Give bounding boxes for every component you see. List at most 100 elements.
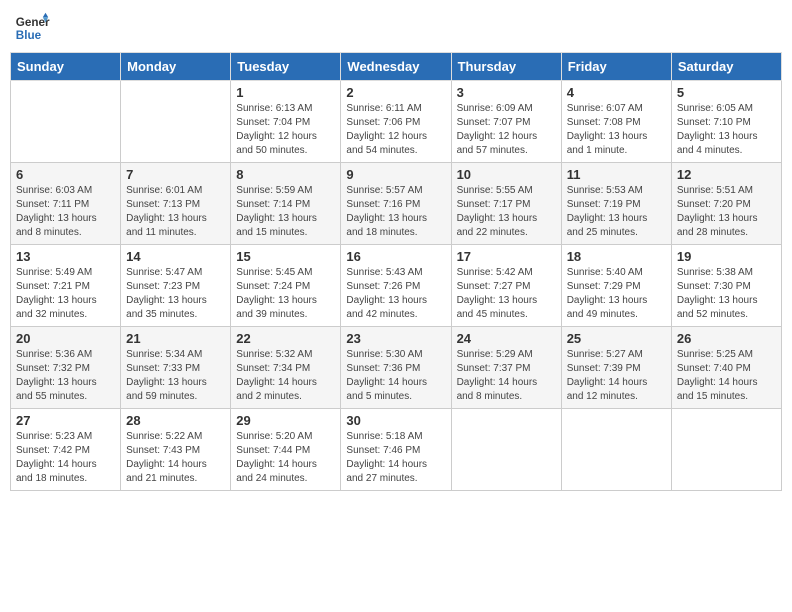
calendar-cell: 29 Sunrise: 5:20 AM Sunset: 7:44 PM Dayli… — [231, 409, 341, 491]
day-number: 1 — [236, 85, 335, 100]
day-number: 7 — [126, 167, 225, 182]
weekday-header-monday: Monday — [121, 53, 231, 81]
day-info: Sunrise: 5:36 AM Sunset: 7:32 PM Dayligh… — [16, 348, 115, 404]
day-number: 11 — [567, 167, 666, 182]
day-number: 9 — [346, 167, 445, 182]
calendar-cell: 10 Sunrise: 5:55 AM Sunset: 7:17 PM Dayli… — [451, 163, 561, 245]
day-number: 22 — [236, 331, 335, 346]
day-info: Sunrise: 6:11 AM Sunset: 7:06 PM Dayligh… — [346, 102, 445, 158]
calendar-cell: 30 Sunrise: 5:18 AM Sunset: 7:46 PM Dayli… — [341, 409, 451, 491]
calendar-cell: 28 Sunrise: 5:22 AM Sunset: 7:43 PM Dayli… — [121, 409, 231, 491]
day-info: Sunrise: 5:27 AM Sunset: 7:39 PM Dayligh… — [567, 348, 666, 404]
day-info: Sunrise: 5:32 AM Sunset: 7:34 PM Dayligh… — [236, 348, 335, 404]
calendar-cell: 6 Sunrise: 6:03 AM Sunset: 7:11 PM Daylig… — [11, 163, 121, 245]
day-info: Sunrise: 5:47 AM Sunset: 7:23 PM Dayligh… — [126, 266, 225, 322]
day-number: 2 — [346, 85, 445, 100]
header: General Blue — [10, 10, 782, 46]
calendar-cell: 7 Sunrise: 6:01 AM Sunset: 7:13 PM Daylig… — [121, 163, 231, 245]
calendar-cell: 2 Sunrise: 6:11 AM Sunset: 7:06 PM Daylig… — [341, 81, 451, 163]
calendar-cell: 3Sunrise: 6:09 AM Sunset: 7:07 PM Daylig… — [451, 81, 561, 163]
day-number: 13 — [16, 249, 115, 264]
day-info: Sunrise: 6:03 AM Sunset: 7:11 PM Dayligh… — [16, 184, 115, 240]
day-info: Sunrise: 5:59 AM Sunset: 7:14 PM Dayligh… — [236, 184, 335, 240]
day-number: 27 — [16, 413, 115, 428]
day-info: Sunrise: 5:57 AM Sunset: 7:16 PM Dayligh… — [346, 184, 445, 240]
day-number: 28 — [126, 413, 225, 428]
weekday-header-wednesday: Wednesday — [341, 53, 451, 81]
calendar-cell: 19 Sunrise: 5:38 AM Sunset: 7:30 PM Dayli… — [671, 245, 781, 327]
calendar-cell: 1 Sunrise: 6:13 AM Sunset: 7:04 PM Daylig… — [231, 81, 341, 163]
day-info: Sunrise: 5:42 AM Sunset: 7:27 PM Dayligh… — [457, 266, 556, 322]
day-number: 16 — [346, 249, 445, 264]
day-number: 14 — [126, 249, 225, 264]
calendar-cell — [671, 409, 781, 491]
weekday-header-friday: Friday — [561, 53, 671, 81]
day-number: 18 — [567, 249, 666, 264]
calendar-cell: 25 Sunrise: 5:27 AM Sunset: 7:39 PM Dayli… — [561, 327, 671, 409]
day-number: 17 — [457, 249, 556, 264]
calendar-cell: 11 Sunrise: 5:53 AM Sunset: 7:19 PM Dayli… — [561, 163, 671, 245]
weekday-header-saturday: Saturday — [671, 53, 781, 81]
day-number: 26 — [677, 331, 776, 346]
day-number: 23 — [346, 331, 445, 346]
day-number: 20 — [16, 331, 115, 346]
day-number: 12 — [677, 167, 776, 182]
day-info: Sunrise: 6:07 AM Sunset: 7:08 PM Dayligh… — [567, 102, 666, 158]
day-info: Sunrise: 5:25 AM Sunset: 7:40 PM Dayligh… — [677, 348, 776, 404]
calendar-cell: 17 Sunrise: 5:42 AM Sunset: 7:27 PM Dayli… — [451, 245, 561, 327]
day-info: Sunrise: 5:29 AM Sunset: 7:37 PM Dayligh… — [457, 348, 556, 404]
day-info: Sunrise: 6:09 AM Sunset: 7:07 PM Dayligh… — [457, 102, 556, 158]
day-info: Sunrise: 5:53 AM Sunset: 7:19 PM Dayligh… — [567, 184, 666, 240]
calendar-cell: 12 Sunrise: 5:51 AM Sunset: 7:20 PM Dayli… — [671, 163, 781, 245]
calendar-cell: 15Sunrise: 5:45 AM Sunset: 7:24 PM Dayli… — [231, 245, 341, 327]
day-info: Sunrise: 5:18 AM Sunset: 7:46 PM Dayligh… — [346, 430, 445, 486]
calendar-cell: 21Sunrise: 5:34 AM Sunset: 7:33 PM Dayli… — [121, 327, 231, 409]
calendar-cell: 27 Sunrise: 5:23 AM Sunset: 7:42 PM Dayli… — [11, 409, 121, 491]
day-info: Sunrise: 5:49 AM Sunset: 7:21 PM Dayligh… — [16, 266, 115, 322]
day-info: Sunrise: 5:45 AM Sunset: 7:24 PM Dayligh… — [236, 266, 335, 322]
day-number: 30 — [346, 413, 445, 428]
calendar-cell — [121, 81, 231, 163]
day-info: Sunrise: 5:30 AM Sunset: 7:36 PM Dayligh… — [346, 348, 445, 404]
weekday-header-thursday: Thursday — [451, 53, 561, 81]
day-number: 19 — [677, 249, 776, 264]
day-info: Sunrise: 6:01 AM Sunset: 7:13 PM Dayligh… — [126, 184, 225, 240]
day-number: 8 — [236, 167, 335, 182]
day-number: 10 — [457, 167, 556, 182]
calendar-cell — [11, 81, 121, 163]
svg-text:Blue: Blue — [16, 29, 42, 42]
calendar-cell: 23 Sunrise: 5:30 AM Sunset: 7:36 PM Dayli… — [341, 327, 451, 409]
day-number: 5 — [677, 85, 776, 100]
weekday-header-tuesday: Tuesday — [231, 53, 341, 81]
day-number: 24 — [457, 331, 556, 346]
logo: General Blue — [14, 10, 50, 46]
calendar-table: SundayMondayTuesdayWednesdayThursdayFrid… — [10, 52, 782, 491]
calendar-cell: 14 Sunrise: 5:47 AM Sunset: 7:23 PM Dayli… — [121, 245, 231, 327]
day-number: 21 — [126, 331, 225, 346]
calendar-cell: 9 Sunrise: 5:57 AM Sunset: 7:16 PM Daylig… — [341, 163, 451, 245]
day-info: Sunrise: 6:13 AM Sunset: 7:04 PM Dayligh… — [236, 102, 335, 158]
day-info: Sunrise: 5:38 AM Sunset: 7:30 PM Dayligh… — [677, 266, 776, 322]
day-info: Sunrise: 5:22 AM Sunset: 7:43 PM Dayligh… — [126, 430, 225, 486]
day-number: 6 — [16, 167, 115, 182]
calendar-cell: 8 Sunrise: 5:59 AM Sunset: 7:14 PM Daylig… — [231, 163, 341, 245]
calendar-cell: 22 Sunrise: 5:32 AM Sunset: 7:34 PM Dayli… — [231, 327, 341, 409]
day-info: Sunrise: 5:20 AM Sunset: 7:44 PM Dayligh… — [236, 430, 335, 486]
day-info: Sunrise: 6:05 AM Sunset: 7:10 PM Dayligh… — [677, 102, 776, 158]
calendar-cell: 26 Sunrise: 5:25 AM Sunset: 7:40 PM Dayli… — [671, 327, 781, 409]
calendar-cell: 13 Sunrise: 5:49 AM Sunset: 7:21 PM Dayli… — [11, 245, 121, 327]
day-number: 29 — [236, 413, 335, 428]
day-info: Sunrise: 5:40 AM Sunset: 7:29 PM Dayligh… — [567, 266, 666, 322]
calendar-cell: 4 Sunrise: 6:07 AM Sunset: 7:08 PM Daylig… — [561, 81, 671, 163]
calendar-cell: 5 Sunrise: 6:05 AM Sunset: 7:10 PM Daylig… — [671, 81, 781, 163]
day-info: Sunrise: 5:23 AM Sunset: 7:42 PM Dayligh… — [16, 430, 115, 486]
calendar-cell: 20 Sunrise: 5:36 AM Sunset: 7:32 PM Dayli… — [11, 327, 121, 409]
calendar-cell — [451, 409, 561, 491]
weekday-header-sunday: Sunday — [11, 53, 121, 81]
day-info: Sunrise: 5:51 AM Sunset: 7:20 PM Dayligh… — [677, 184, 776, 240]
calendar-cell: 24 Sunrise: 5:29 AM Sunset: 7:37 PM Dayli… — [451, 327, 561, 409]
day-number: 4 — [567, 85, 666, 100]
day-number: 25 — [567, 331, 666, 346]
day-info: Sunrise: 5:55 AM Sunset: 7:17 PM Dayligh… — [457, 184, 556, 240]
calendar-cell: 18 Sunrise: 5:40 AM Sunset: 7:29 PM Dayli… — [561, 245, 671, 327]
